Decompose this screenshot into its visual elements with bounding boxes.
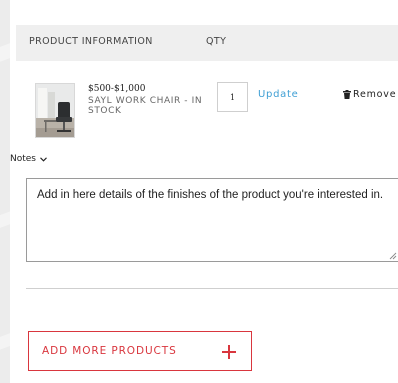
update-link[interactable]: Update (258, 89, 298, 100)
section-divider (26, 288, 398, 289)
chair-image (36, 84, 74, 137)
product-thumbnail[interactable] (35, 83, 75, 138)
quantity-input[interactable] (217, 82, 248, 112)
plus-icon (222, 345, 236, 359)
qty-column-header: QTY (206, 36, 227, 47)
product-info-column-header: PRODUCT INFORMATION (29, 36, 153, 47)
remove-label: Remove (353, 89, 397, 100)
cart-table-header: PRODUCT INFORMATION QTY (16, 25, 398, 61)
remove-button[interactable]: Remove (343, 89, 396, 100)
notes-textarea[interactable]: Add in here details of the finishes of t… (26, 178, 398, 262)
notes-label-text: Notes (10, 154, 36, 164)
chevron-down-icon (40, 156, 47, 162)
add-more-products-label: ADD MORE PRODUCTS (42, 345, 177, 357)
product-name: SAYL WORK CHAIR - IN STOCK (88, 96, 203, 116)
notes-toggle[interactable]: Notes (10, 154, 47, 164)
product-price: $500-$1,000 (88, 84, 146, 94)
resize-grip-icon[interactable] (389, 252, 397, 260)
add-more-products-button[interactable]: ADD MORE PRODUCTS (28, 331, 252, 371)
trash-icon (343, 90, 351, 99)
quote-cart-panel: PRODUCT INFORMATION QTY $500-$1,000 SAYL… (10, 0, 398, 383)
